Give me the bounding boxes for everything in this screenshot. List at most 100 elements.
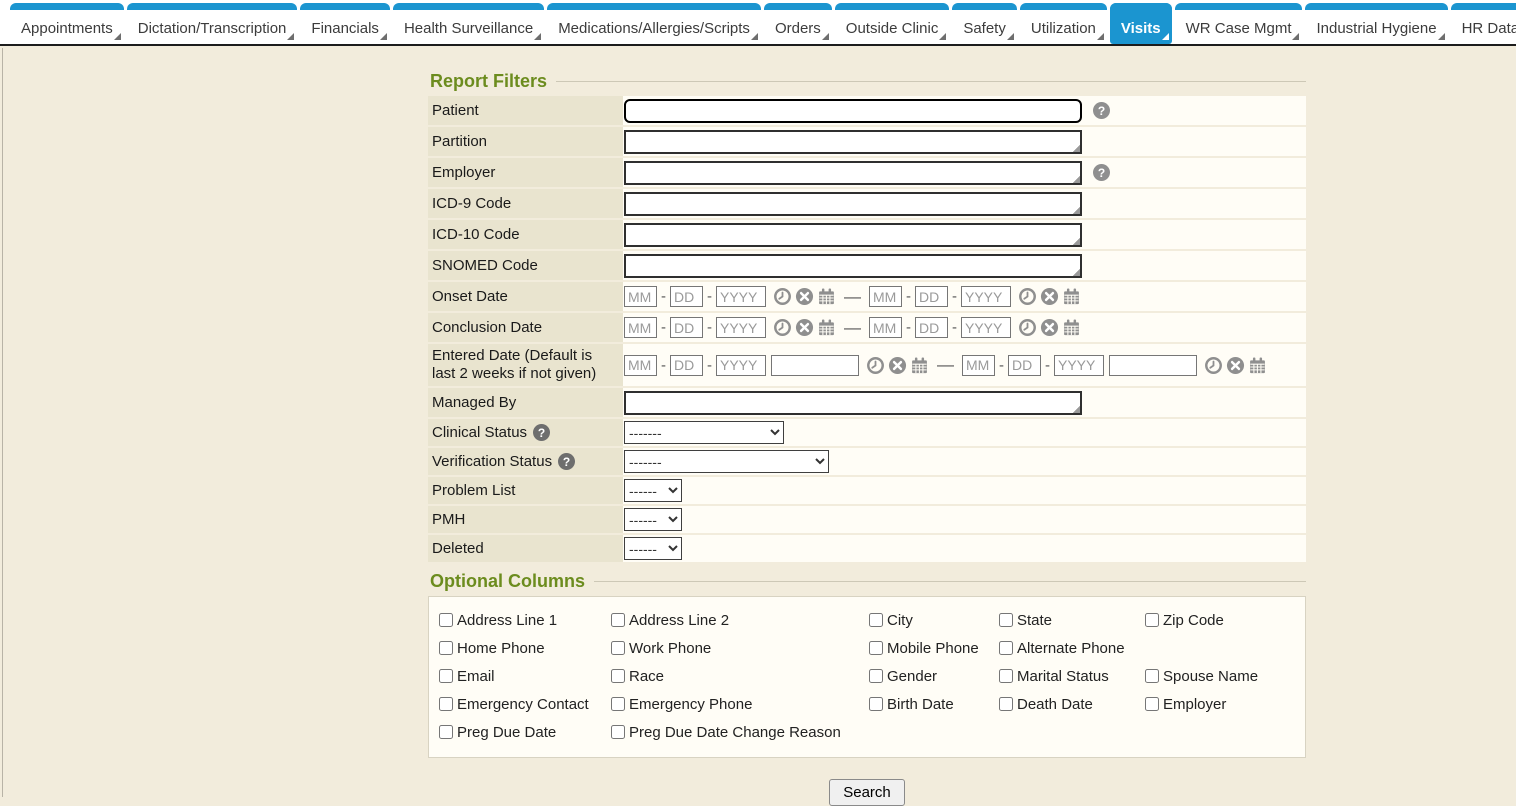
checkbox-address-line-2[interactable]: Address Line 2 <box>611 612 869 629</box>
checkbox[interactable] <box>1145 697 1159 711</box>
entered-to-year-input[interactable] <box>1054 355 1104 376</box>
checkbox[interactable] <box>439 697 453 711</box>
tab-financials[interactable]: Financials <box>300 3 390 44</box>
patient-input[interactable] <box>624 99 1082 123</box>
conclusion-from-year-input[interactable] <box>716 317 766 338</box>
checkbox-emergency-phone[interactable]: Emergency Phone <box>611 696 869 713</box>
clock-icon[interactable] <box>773 287 792 306</box>
clear-date-icon[interactable] <box>795 287 814 306</box>
onset-to-day-input[interactable] <box>915 286 948 307</box>
tab-medications-allergies-scripts[interactable]: Medications/Allergies/Scripts <box>547 3 761 44</box>
deleted-select[interactable]: ------ <box>624 537 682 560</box>
tab-utilization[interactable]: Utilization <box>1020 3 1107 44</box>
entered-to-time-input[interactable] <box>1109 355 1197 376</box>
calendar-icon[interactable] <box>910 356 929 375</box>
checkbox[interactable] <box>439 725 453 739</box>
checkbox-employer[interactable]: Employer <box>1145 696 1297 713</box>
checkbox-emergency-contact[interactable]: Emergency Contact <box>439 696 611 713</box>
checkbox-address-line-1[interactable]: Address Line 1 <box>439 612 611 629</box>
entered-to-month-input[interactable] <box>962 355 995 376</box>
employer-input[interactable] <box>624 161 1082 185</box>
verification-status-help-icon[interactable]: ? <box>558 453 575 470</box>
entered-from-month-input[interactable] <box>624 355 657 376</box>
tab-wr-case-mgmt[interactable]: WR Case Mgmt <box>1175 3 1303 44</box>
checkbox-spouse-name[interactable]: Spouse Name <box>1145 668 1297 685</box>
tab-safety[interactable]: Safety <box>952 3 1017 44</box>
conclusion-from-month-input[interactable] <box>624 317 657 338</box>
conclusion-from-day-input[interactable] <box>670 317 703 338</box>
checkbox[interactable] <box>869 613 883 627</box>
checkbox[interactable] <box>611 613 625 627</box>
checkbox-gender[interactable]: Gender <box>869 668 999 685</box>
checkbox[interactable] <box>999 669 1013 683</box>
conclusion-to-month-input[interactable] <box>869 317 902 338</box>
checkbox-work-phone[interactable]: Work Phone <box>611 640 869 657</box>
entered-from-year-input[interactable] <box>716 355 766 376</box>
tab-orders[interactable]: Orders <box>764 3 832 44</box>
checkbox[interactable] <box>439 641 453 655</box>
clock-icon[interactable] <box>1018 318 1037 337</box>
checkbox[interactable] <box>869 669 883 683</box>
checkbox-state[interactable]: State <box>999 612 1145 629</box>
clock-icon[interactable] <box>1204 356 1223 375</box>
checkbox-preg-due-date-change-reason[interactable]: Preg Due Date Change Reason <box>611 724 1297 741</box>
tab-dictation-transcription[interactable]: Dictation/Transcription <box>127 3 298 44</box>
clinical-status-help-icon[interactable]: ? <box>533 424 550 441</box>
clear-date-icon[interactable] <box>1040 318 1059 337</box>
managed-by-input[interactable] <box>624 391 1082 415</box>
conclusion-to-year-input[interactable] <box>961 317 1011 338</box>
checkbox[interactable] <box>1145 669 1159 683</box>
entered-from-time-input[interactable] <box>771 355 859 376</box>
clock-icon[interactable] <box>866 356 885 375</box>
search-button[interactable]: Search <box>829 779 905 806</box>
clear-date-icon[interactable] <box>1040 287 1059 306</box>
tab-hr-data-feed[interactable]: HR Data Feed <box>1451 3 1516 44</box>
icd10-input[interactable] <box>624 223 1082 247</box>
calendar-icon[interactable] <box>817 318 836 337</box>
verification-status-select[interactable]: ------- <box>624 450 829 473</box>
calendar-icon[interactable] <box>817 287 836 306</box>
icd9-input[interactable] <box>624 192 1082 216</box>
checkbox[interactable] <box>999 613 1013 627</box>
checkbox-preg-due-date[interactable]: Preg Due Date <box>439 724 611 741</box>
partition-input[interactable] <box>624 130 1082 154</box>
clear-date-icon[interactable] <box>888 356 907 375</box>
entered-to-day-input[interactable] <box>1008 355 1041 376</box>
checkbox-death-date[interactable]: Death Date <box>999 696 1145 713</box>
checkbox-marital-status[interactable]: Marital Status <box>999 668 1145 685</box>
checkbox-email[interactable]: Email <box>439 668 611 685</box>
clear-date-icon[interactable] <box>1226 356 1245 375</box>
snomed-input[interactable] <box>624 254 1082 278</box>
checkbox-birth-date[interactable]: Birth Date <box>869 696 999 713</box>
clock-icon[interactable] <box>1018 287 1037 306</box>
problem-list-select[interactable]: ------ <box>624 479 682 502</box>
tab-visits[interactable]: Visits <box>1110 3 1172 44</box>
checkbox-mobile-phone[interactable]: Mobile Phone <box>869 640 999 657</box>
checkbox[interactable] <box>439 613 453 627</box>
checkbox-alternate-phone[interactable]: Alternate Phone <box>999 640 1145 657</box>
tab-appointments[interactable]: Appointments <box>10 3 124 44</box>
onset-from-year-input[interactable] <box>716 286 766 307</box>
clock-icon[interactable] <box>773 318 792 337</box>
checkbox[interactable] <box>611 669 625 683</box>
patient-help-icon[interactable]: ? <box>1093 102 1110 119</box>
calendar-icon[interactable] <box>1062 318 1081 337</box>
calendar-icon[interactable] <box>1062 287 1081 306</box>
checkbox[interactable] <box>869 641 883 655</box>
checkbox[interactable] <box>439 669 453 683</box>
tab-health-surveillance[interactable]: Health Surveillance <box>393 3 544 44</box>
checkbox[interactable] <box>611 697 625 711</box>
clinical-status-select[interactable]: ------- <box>624 421 784 444</box>
checkbox[interactable] <box>999 697 1013 711</box>
tab-industrial-hygiene[interactable]: Industrial Hygiene <box>1305 3 1447 44</box>
clear-date-icon[interactable] <box>795 318 814 337</box>
checkbox[interactable] <box>1145 613 1159 627</box>
onset-to-month-input[interactable] <box>869 286 902 307</box>
onset-from-day-input[interactable] <box>670 286 703 307</box>
checkbox[interactable] <box>611 641 625 655</box>
checkbox[interactable] <box>869 697 883 711</box>
checkbox-zip-code[interactable]: Zip Code <box>1145 612 1297 629</box>
calendar-icon[interactable] <box>1248 356 1267 375</box>
checkbox-city[interactable]: City <box>869 612 999 629</box>
tab-outside-clinic[interactable]: Outside Clinic <box>835 3 950 44</box>
